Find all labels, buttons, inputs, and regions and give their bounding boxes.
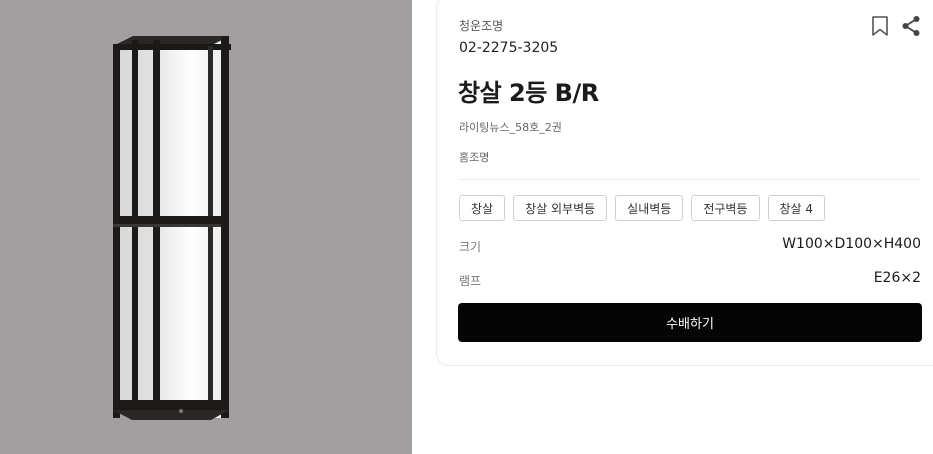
wall-lamp-image [113,36,231,420]
phone-number: 02-2275-3205 [459,40,559,56]
bookmark-icon[interactable] [871,16,889,36]
product-source: 라이팅뉴스_58호_2권 [459,121,562,134]
product-title: 창살 2등 B/R [458,79,599,107]
brand-name[interactable]: 청운조명 [459,17,503,34]
tag-list: 창살 창살 외부벽등 실내벽등 전구벽등 창살 4 [459,195,826,221]
tag-chip[interactable]: 창살 4 [767,195,826,221]
share-icon[interactable] [901,15,921,37]
tag-chip[interactable]: 창살 [459,195,506,221]
tag-chip[interactable]: 전구벽등 [691,195,760,221]
product-image [0,0,412,454]
order-button[interactable]: 수배하기 [458,303,922,342]
spec-label-lamp: 램프 [459,274,482,288]
divider [459,179,921,180]
product-category: 홈조명 [459,151,490,164]
tag-chip[interactable]: 창살 외부벽등 [513,195,608,221]
spec-value-lamp: E26×2 [873,270,921,286]
spec-value-size: W100×D100×H400 [782,236,921,252]
spec-label-size: 크기 [459,240,482,254]
tag-chip[interactable]: 실내벽등 [615,195,684,221]
